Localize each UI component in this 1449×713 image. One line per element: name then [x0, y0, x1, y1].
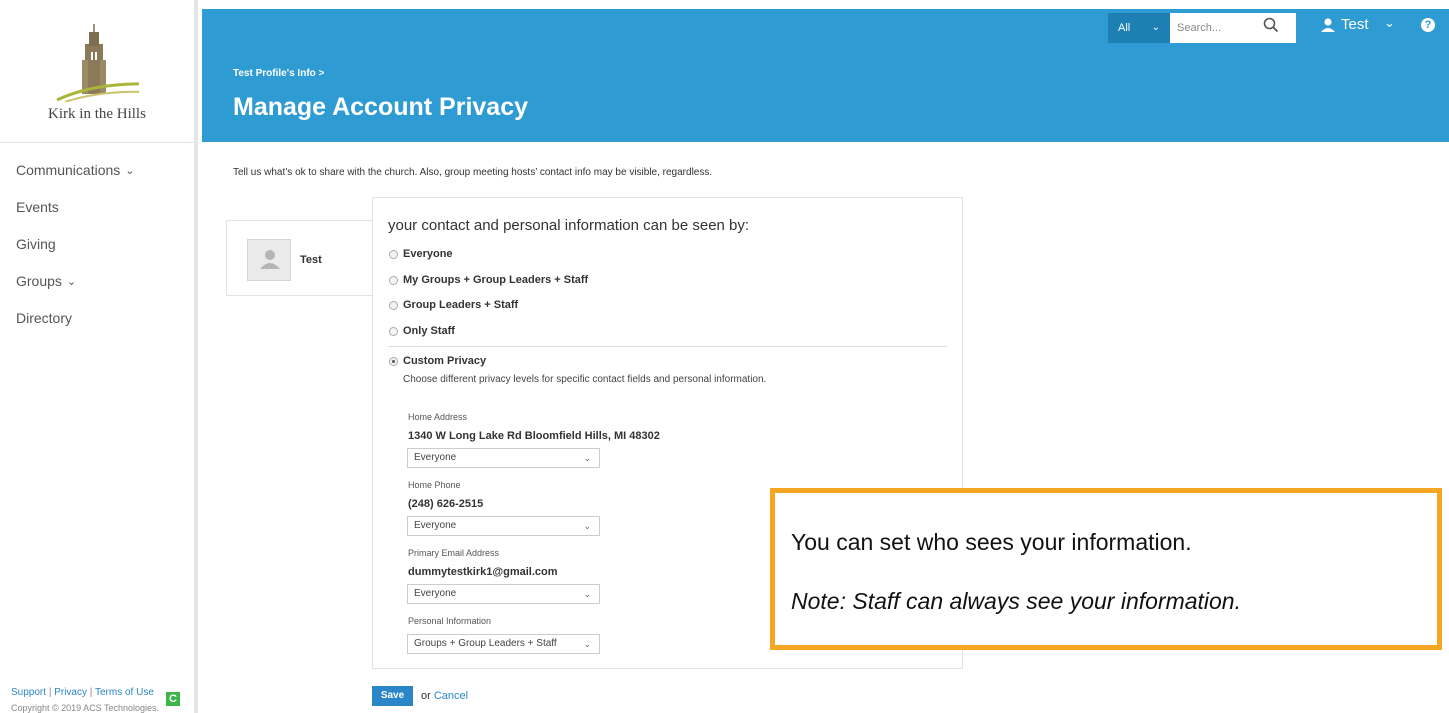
callout-text: You can set who sees your information. [791, 529, 1192, 555]
option-label: Everyone [403, 248, 453, 260]
search-icon[interactable] [1263, 17, 1279, 33]
church-logo[interactable]: Kirk in the Hills [0, 0, 194, 143]
option-label: My Groups + Group Leaders + Staff [403, 274, 589, 286]
home-phone-label: Home Phone [408, 480, 461, 490]
select-value: Everyone [414, 452, 457, 463]
sidebar-item-label: Groups [16, 273, 62, 289]
cancel-link[interactable]: Cancel [434, 690, 468, 702]
divider [388, 346, 947, 347]
save-button[interactable]: Save [372, 686, 413, 706]
search-scope-value: All [1118, 22, 1131, 34]
privacy-option-group-leaders[interactable]: Group Leaders + Staff [389, 299, 518, 311]
support-link[interactable]: Support [11, 687, 46, 698]
sidebar-item-label: Directory [16, 310, 73, 326]
acs-logo-icon[interactable]: C [166, 692, 180, 706]
footer-separator: | [89, 687, 93, 698]
sidebar-item-events[interactable]: Events [16, 197, 134, 234]
sidebar-footer: Support | Privacy | Terms of Use [11, 687, 154, 698]
sidebar-item-groups[interactable]: Groups ⌄ [16, 271, 134, 308]
sidebar-item-directory[interactable]: Directory [16, 308, 134, 345]
breadcrumb[interactable]: Test Profile's Info > [233, 68, 324, 79]
terms-link[interactable]: Terms of Use [95, 687, 154, 698]
option-label: Custom Privacy [403, 355, 487, 367]
sidebar-item-giving[interactable]: Giving [16, 234, 134, 271]
personal-info-label: Personal Information [408, 616, 492, 626]
custom-privacy-description: Choose different privacy levels for spec… [403, 374, 767, 385]
home-address-privacy-select[interactable]: Everyone ⌄ [407, 448, 600, 468]
option-label: Group Leaders + Staff [403, 299, 519, 311]
sidebar: Kirk in the Hills Communications ⌄ Event… [0, 0, 198, 713]
sidebar-item-label: Communications [16, 162, 121, 178]
home-phone-privacy-select[interactable]: Everyone ⌄ [407, 516, 600, 536]
select-value: Everyone [414, 588, 457, 599]
copyright-text: Copyright © 2019 ACS Technologies. [11, 703, 160, 713]
profile-card: Test [226, 220, 373, 296]
chevron-down-icon: ⌄ [583, 589, 591, 599]
page-title: Manage Account Privacy [233, 93, 529, 121]
chevron-down-icon[interactable]: ⌄ [1384, 15, 1395, 31]
privacy-link[interactable]: Privacy [54, 687, 87, 698]
search-scope-select[interactable]: All ⌄ [1108, 13, 1170, 43]
church-tower-icon [56, 24, 139, 102]
select-value: Groups + Group Leaders + Staff [414, 638, 557, 649]
privacy-option-everyone[interactable]: Everyone [389, 248, 453, 260]
user-placeholder-icon [260, 250, 280, 269]
tip-callout: You can set who sees your information. N… [770, 488, 1442, 650]
sidebar-nav: Communications ⌄ Events Giving Groups ⌄ … [16, 160, 134, 345]
avatar [247, 239, 291, 281]
user-icon[interactable] [1320, 18, 1336, 32]
email-privacy-select[interactable]: Everyone ⌄ [407, 584, 600, 604]
chevron-down-icon: ⌄ [66, 276, 77, 288]
sidebar-item-label: Events [16, 199, 59, 215]
logo-text: Kirk in the Hills [48, 106, 146, 122]
panel-title: your contact and personal information ca… [388, 217, 750, 234]
or-text: or [421, 690, 431, 702]
footer-separator: | [48, 687, 52, 698]
sidebar-item-communications[interactable]: Communications ⌄ [16, 160, 134, 197]
radio-icon[interactable] [389, 326, 398, 336]
chevron-down-icon: ⌄ [125, 165, 135, 177]
help-icon[interactable]: ? [1421, 18, 1435, 32]
sidebar-item-label: Giving [16, 236, 56, 252]
privacy-option-custom[interactable]: Custom Privacy [389, 355, 486, 367]
profile-name: Test [300, 254, 322, 266]
privacy-option-my-groups[interactable]: My Groups + Group Leaders + Staff [389, 274, 588, 286]
personal-info-privacy-select[interactable]: Groups + Group Leaders + Staff ⌄ [407, 634, 600, 654]
radio-icon[interactable] [389, 249, 398, 259]
home-address-value: 1340 W Long Lake Rd Bloomfield Hills, MI… [408, 430, 660, 442]
select-value: Everyone [414, 520, 457, 531]
callout-note: Note: Staff can always see your informat… [791, 588, 1241, 614]
chevron-down-icon: ⌄ [583, 639, 591, 649]
home-phone-value: (248) 626-2515 [408, 498, 484, 510]
email-label: Primary Email Address [408, 548, 500, 558]
chevron-down-icon: ⌄ [583, 521, 591, 531]
page-header: All ⌄ Test ⌄ ? Test Profile's Info > Man… [202, 9, 1449, 142]
radio-icon[interactable] [389, 275, 398, 285]
privacy-option-only-staff[interactable]: Only Staff [389, 325, 455, 337]
chevron-down-icon: ⌄ [1151, 22, 1160, 33]
intro-text: Tell us what’s ok to share with the chur… [233, 167, 713, 178]
home-address-label: Home Address [408, 412, 468, 422]
email-value: dummytestkirk1@gmail.com [408, 566, 558, 578]
option-label: Only Staff [403, 325, 455, 337]
or-cancel: or Cancel [421, 690, 468, 702]
radio-icon[interactable] [389, 300, 398, 310]
user-menu-name[interactable]: Test [1341, 16, 1369, 33]
chevron-down-icon: ⌄ [583, 453, 591, 463]
radio-icon[interactable] [389, 356, 398, 366]
